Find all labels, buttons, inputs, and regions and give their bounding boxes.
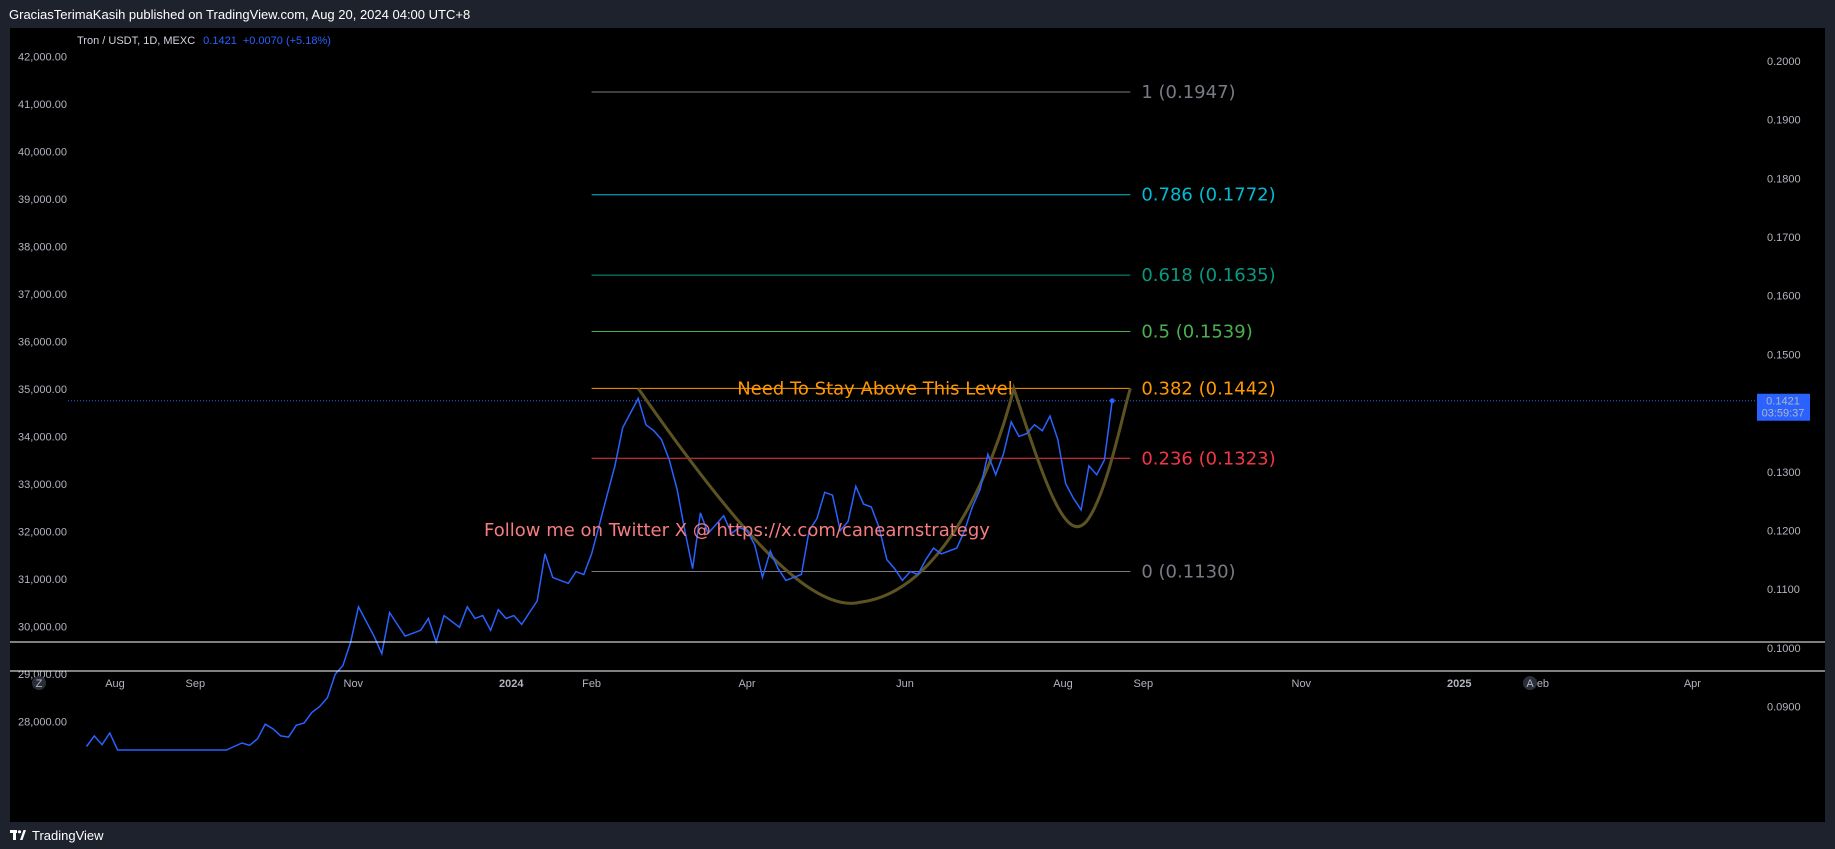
- time-axis-label: Sep: [186, 678, 206, 690]
- right-axis-tick: 0.1800: [1767, 173, 1801, 185]
- brand-name: TradingView: [32, 828, 104, 843]
- annotation-twitter: Follow me on Twitter X @ https://x.com/c…: [484, 520, 990, 541]
- legend-symbol: Tron / USDT, 1D, MEXC: [77, 35, 195, 47]
- right-axis-tick: 0.1500: [1767, 349, 1801, 361]
- left-axis-tick: 28,000.00: [18, 717, 67, 729]
- left-axis-tick: 38,000.00: [18, 242, 67, 254]
- left-axis-tick: 42,000.00: [18, 52, 67, 64]
- fib-level-label: 0 (0.1130): [1141, 562, 1235, 583]
- fib-level-label: 0.786 (0.1772): [1141, 185, 1275, 206]
- right-axis-tick: 0.1300: [1767, 467, 1801, 479]
- right-axis-tick: 0.2000: [1767, 56, 1801, 68]
- left-axis-tick: 34,000.00: [18, 432, 67, 444]
- right-axis-tick: 0.1200: [1767, 525, 1801, 537]
- time-axis-label: Aug: [1053, 678, 1073, 690]
- legend-change: +0.0070 (+5.18%): [243, 35, 331, 47]
- left-axis-tick: 30,000.00: [18, 622, 67, 634]
- fib-level-label: 0.5 (0.1539): [1141, 321, 1252, 342]
- last-price-dot: [1109, 398, 1115, 404]
- right-axis-tick: 0.1100: [1767, 584, 1800, 596]
- chart-area[interactable]: Tron / USDT, 1D, MEXC 0.1421 +0.0070 (+5.1…: [10, 28, 1825, 822]
- left-axis-tick: 39,000.00: [18, 194, 67, 206]
- price-tag-value: 0.1421: [1766, 396, 1800, 408]
- right-axis-tick: 0.1700: [1767, 232, 1801, 244]
- time-axis-label: Feb: [582, 678, 601, 690]
- price-series-line: [85, 396, 1113, 751]
- zoom-button-label[interactable]: Z: [36, 678, 43, 690]
- right-axis-tick: 0.0900: [1767, 702, 1801, 714]
- fib-level-label: 0.382 (0.1442): [1141, 378, 1275, 399]
- left-axis-tick: 31,000.00: [18, 574, 67, 586]
- left-axis-tick: 41,000.00: [18, 99, 67, 111]
- fib-level-label: 0.618 (0.1635): [1141, 265, 1275, 286]
- right-axis-tick: 0.1600: [1767, 291, 1801, 303]
- time-axis-label: 2025: [1447, 678, 1471, 690]
- left-axis-tick: 40,000.00: [18, 147, 67, 159]
- time-axis-label: Jun: [896, 678, 914, 690]
- publish-info: GraciasTerimaKasih published on TradingV…: [0, 0, 1835, 28]
- right-axis-tick: 0.1900: [1767, 115, 1801, 127]
- legend-price: 0.1421: [203, 35, 237, 47]
- auto-scale-button-label[interactable]: A: [1526, 678, 1534, 690]
- footer: TradingView: [0, 822, 1835, 849]
- time-axis-label: 2024: [499, 678, 524, 690]
- left-axis-tick: 37,000.00: [18, 289, 67, 301]
- chart-canvas[interactable]: Tron / USDT, 1D, MEXC 0.1421 +0.0070 (+5.1…: [10, 28, 1825, 822]
- left-axis-tick: 35,000.00: [18, 384, 67, 396]
- time-axis-label: Apr: [738, 678, 755, 690]
- annotation-stay-above: Need To Stay Above This Level: [737, 378, 1013, 399]
- time-axis-label: Apr: [1684, 678, 1701, 690]
- tradingview-logo-icon: [10, 828, 26, 843]
- chart-legend: Tron / USDT, 1D, MEXC 0.1421 +0.0070 (+5.1…: [77, 35, 331, 47]
- fib-level-label: 0.236 (0.1323): [1141, 448, 1275, 469]
- time-axis-label: Aug: [105, 678, 125, 690]
- right-axis-tick: 0.1000: [1767, 643, 1801, 655]
- left-axis-tick: 33,000.00: [18, 479, 67, 491]
- fib-level-label: 1 (0.1947): [1141, 82, 1235, 103]
- price-tag-countdown: 03:59:37: [1762, 408, 1805, 420]
- left-axis-tick: 32,000.00: [18, 527, 67, 539]
- time-axis-label: Nov: [344, 678, 364, 690]
- left-axis-tick: 36,000.00: [18, 337, 67, 349]
- time-axis-label: Nov: [1292, 678, 1312, 690]
- time-axis-label: Sep: [1134, 678, 1154, 690]
